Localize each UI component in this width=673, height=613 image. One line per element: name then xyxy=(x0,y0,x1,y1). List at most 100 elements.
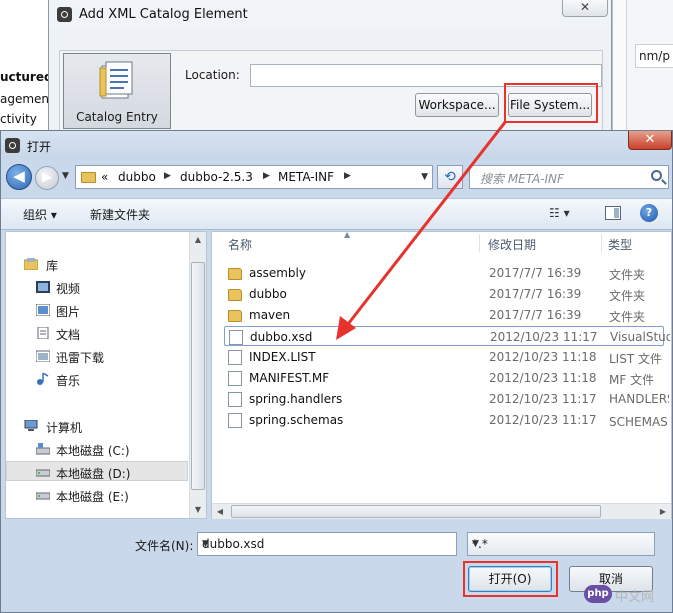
nav-drive-c[interactable]: 本地磁盘 (C:) xyxy=(6,439,188,459)
search-placeholder: 搜索 META-INF xyxy=(480,172,564,186)
open-dialog-close-button[interactable]: ✕ xyxy=(628,131,672,150)
breadcrumb-separator-icon[interactable]: ▶ xyxy=(263,171,270,181)
php-watermark: php 中文网 xyxy=(584,583,664,607)
folder-icon xyxy=(228,289,242,301)
file-row[interactable]: spring.handlers 2012/10/23 11:17 HANDLERS xyxy=(224,389,669,409)
file-type: SCHEMAS 文 xyxy=(609,415,669,429)
nav-videos-label: 视频 xyxy=(56,282,81,296)
open-button-highlight-box xyxy=(463,561,558,597)
nav-thunder-downloads[interactable]: 迅雷下载 xyxy=(6,346,188,366)
help-icon[interactable]: ? xyxy=(640,204,658,222)
filename-dropdown-icon[interactable]: ▼ xyxy=(202,539,452,549)
open-file-dialog: 打开 ✕ ◀ ▶ ▼ « dubbo ▶ dubbo-2.5.3 ▶ META-… xyxy=(0,130,673,613)
catalog-entry-icon xyxy=(99,61,133,99)
watermark-logo: php xyxy=(584,585,612,603)
scroll-up-icon[interactable]: ▲ xyxy=(190,232,206,248)
search-input[interactable]: 搜索 META-INF xyxy=(469,165,669,189)
file-row[interactable]: maven 2017/7/7 16:39 文件夹 xyxy=(224,305,664,325)
file-list-pane: ▲ 名称 修改日期 类型 assembly 2017/7/7 16:39 文件夹 du… xyxy=(211,230,672,519)
scroll-thumb[interactable] xyxy=(231,505,601,518)
computer-icon xyxy=(24,420,38,431)
music-icon xyxy=(37,373,49,385)
workspace-button[interactable]: Workspace... xyxy=(415,93,499,117)
column-type[interactable]: 类型 xyxy=(608,236,632,253)
view-options-button[interactable]: ☷ ▾ xyxy=(549,206,570,220)
address-dropdown-icon[interactable]: ▼ xyxy=(421,172,428,182)
xml-dialog-close-button[interactable]: ✕ xyxy=(562,0,608,17)
file-row[interactable]: assembly 2017/7/7 16:39 文件夹 xyxy=(224,263,664,283)
nav-thunder-downloads-label: 迅雷下载 xyxy=(56,351,105,365)
file-row[interactable]: dubbo.xsd 2012/10/23 11:17 VisualStudio xyxy=(224,326,670,346)
file-name: maven xyxy=(249,308,291,322)
nav-drive-e[interactable]: 本地磁盘 (E:) xyxy=(6,485,188,505)
file-type: MF 文件 xyxy=(609,373,655,387)
scroll-down-icon[interactable]: ▼ xyxy=(190,502,206,518)
nav-library[interactable]: 库 xyxy=(6,254,188,274)
file-icon xyxy=(228,392,242,407)
bg-text-activity: ctivity xyxy=(0,112,37,126)
drive-icon xyxy=(36,492,50,500)
file-name: spring.handlers xyxy=(249,392,343,406)
column-header: ▲ 名称 修改日期 类型 xyxy=(212,230,671,254)
file-modified-date: 2017/7/7 16:39 xyxy=(489,266,582,280)
scroll-right-icon[interactable]: ▶ xyxy=(655,504,671,520)
file-icon xyxy=(228,371,242,386)
scroll-thumb[interactable] xyxy=(191,262,205,490)
nav-scrollbar[interactable]: ▲ ▼ xyxy=(189,232,206,518)
filename-label: 文件名(N): xyxy=(135,539,194,553)
breadcrumb-dubbo-2.5.3[interactable]: dubbo-2.5.3 xyxy=(180,170,253,184)
preview-pane-icon[interactable] xyxy=(605,206,621,220)
scroll-left-icon[interactable]: ◀ xyxy=(212,504,228,520)
nav-documents[interactable]: 文档 xyxy=(6,323,188,343)
forward-button[interactable]: ▶ xyxy=(35,166,59,190)
file-icon xyxy=(229,330,243,345)
catalog-entry-label: Catalog Entry xyxy=(76,110,158,124)
file-modified-date: 2012/10/23 11:18 xyxy=(489,350,597,364)
file-modified-date: 2017/7/7 16:39 xyxy=(489,308,582,322)
file-row[interactable]: INDEX.LIST 2012/10/23 11:18 LIST 文件 xyxy=(224,347,664,367)
nav-documents-label: 文档 xyxy=(56,328,81,342)
new-folder-button[interactable]: 新建文件夹 xyxy=(90,206,150,223)
file-horizontal-scrollbar[interactable]: ◀ ▶ xyxy=(212,503,671,519)
nav-pictures[interactable]: 图片 xyxy=(6,300,188,320)
file-system-highlight-box xyxy=(504,83,598,123)
file-modified-date: 2012/10/23 11:17 xyxy=(489,413,597,427)
sort-ascending-icon: ▲ xyxy=(344,230,351,239)
file-name: dubbo xyxy=(249,287,287,301)
column-divider[interactable] xyxy=(479,234,480,252)
nav-pictures-label: 图片 xyxy=(56,305,81,319)
breadcrumb-separator-icon[interactable]: ▶ xyxy=(344,171,351,181)
column-divider[interactable] xyxy=(601,234,602,252)
file-row[interactable]: dubbo 2017/7/7 16:39 文件夹 xyxy=(224,284,664,304)
catalog-entry-button[interactable]: Catalog Entry xyxy=(63,53,171,129)
organize-button[interactable]: 组织 ▾ xyxy=(23,206,57,223)
column-name[interactable]: 名称 xyxy=(228,236,252,253)
column-modified[interactable]: 修改日期 xyxy=(488,236,536,253)
file-icon xyxy=(228,413,242,428)
filename-input[interactable]: dubbo.xsd ▼ xyxy=(197,532,457,556)
file-row[interactable]: MANIFEST.MF 2012/10/23 11:18 MF 文件 xyxy=(224,368,664,388)
file-type: VisualStudio xyxy=(610,330,670,344)
navigation-pane: 库 视频 图片 文档 迅雷下载 音乐 计算机 本地磁盘 (C:) 本地磁盘 (D… xyxy=(5,231,207,519)
history-dropdown-icon[interactable]: ▼ xyxy=(62,171,69,181)
breadcrumb-overflow[interactable]: « xyxy=(101,170,108,184)
nav-drive-d[interactable]: 本地磁盘 (D:) xyxy=(6,461,188,481)
nav-music-label: 音乐 xyxy=(56,374,81,388)
breadcrumb-dubbo[interactable]: dubbo xyxy=(118,170,156,184)
address-bar[interactable]: « dubbo ▶ dubbo-2.5.3 ▶ META-INF ▶ ▼ xyxy=(75,165,433,189)
back-button[interactable]: ◀ xyxy=(6,164,32,190)
system-drive-icon xyxy=(36,443,50,455)
eclipse-app-icon xyxy=(57,7,72,22)
file-row[interactable]: spring.schemas 2012/10/23 11:17 SCHEMAS 文 xyxy=(224,410,669,430)
picture-icon xyxy=(36,304,50,316)
nav-music[interactable]: 音乐 xyxy=(6,369,188,389)
open-dialog-title: 打开 xyxy=(27,140,52,154)
breadcrumb-meta-inf[interactable]: META-INF xyxy=(278,170,334,184)
nav-videos[interactable]: 视频 xyxy=(6,277,188,297)
file-type-filter-select[interactable]: *.* ▼ xyxy=(467,532,655,556)
nav-computer[interactable]: 计算机 xyxy=(6,416,188,436)
breadcrumb-separator-icon[interactable]: ▶ xyxy=(164,171,171,181)
refresh-button[interactable]: ⟲ xyxy=(437,165,463,189)
command-toolbar: 组织 ▾ 新建文件夹 ☷ ▾ ? xyxy=(1,198,672,230)
file-icon xyxy=(228,350,242,365)
